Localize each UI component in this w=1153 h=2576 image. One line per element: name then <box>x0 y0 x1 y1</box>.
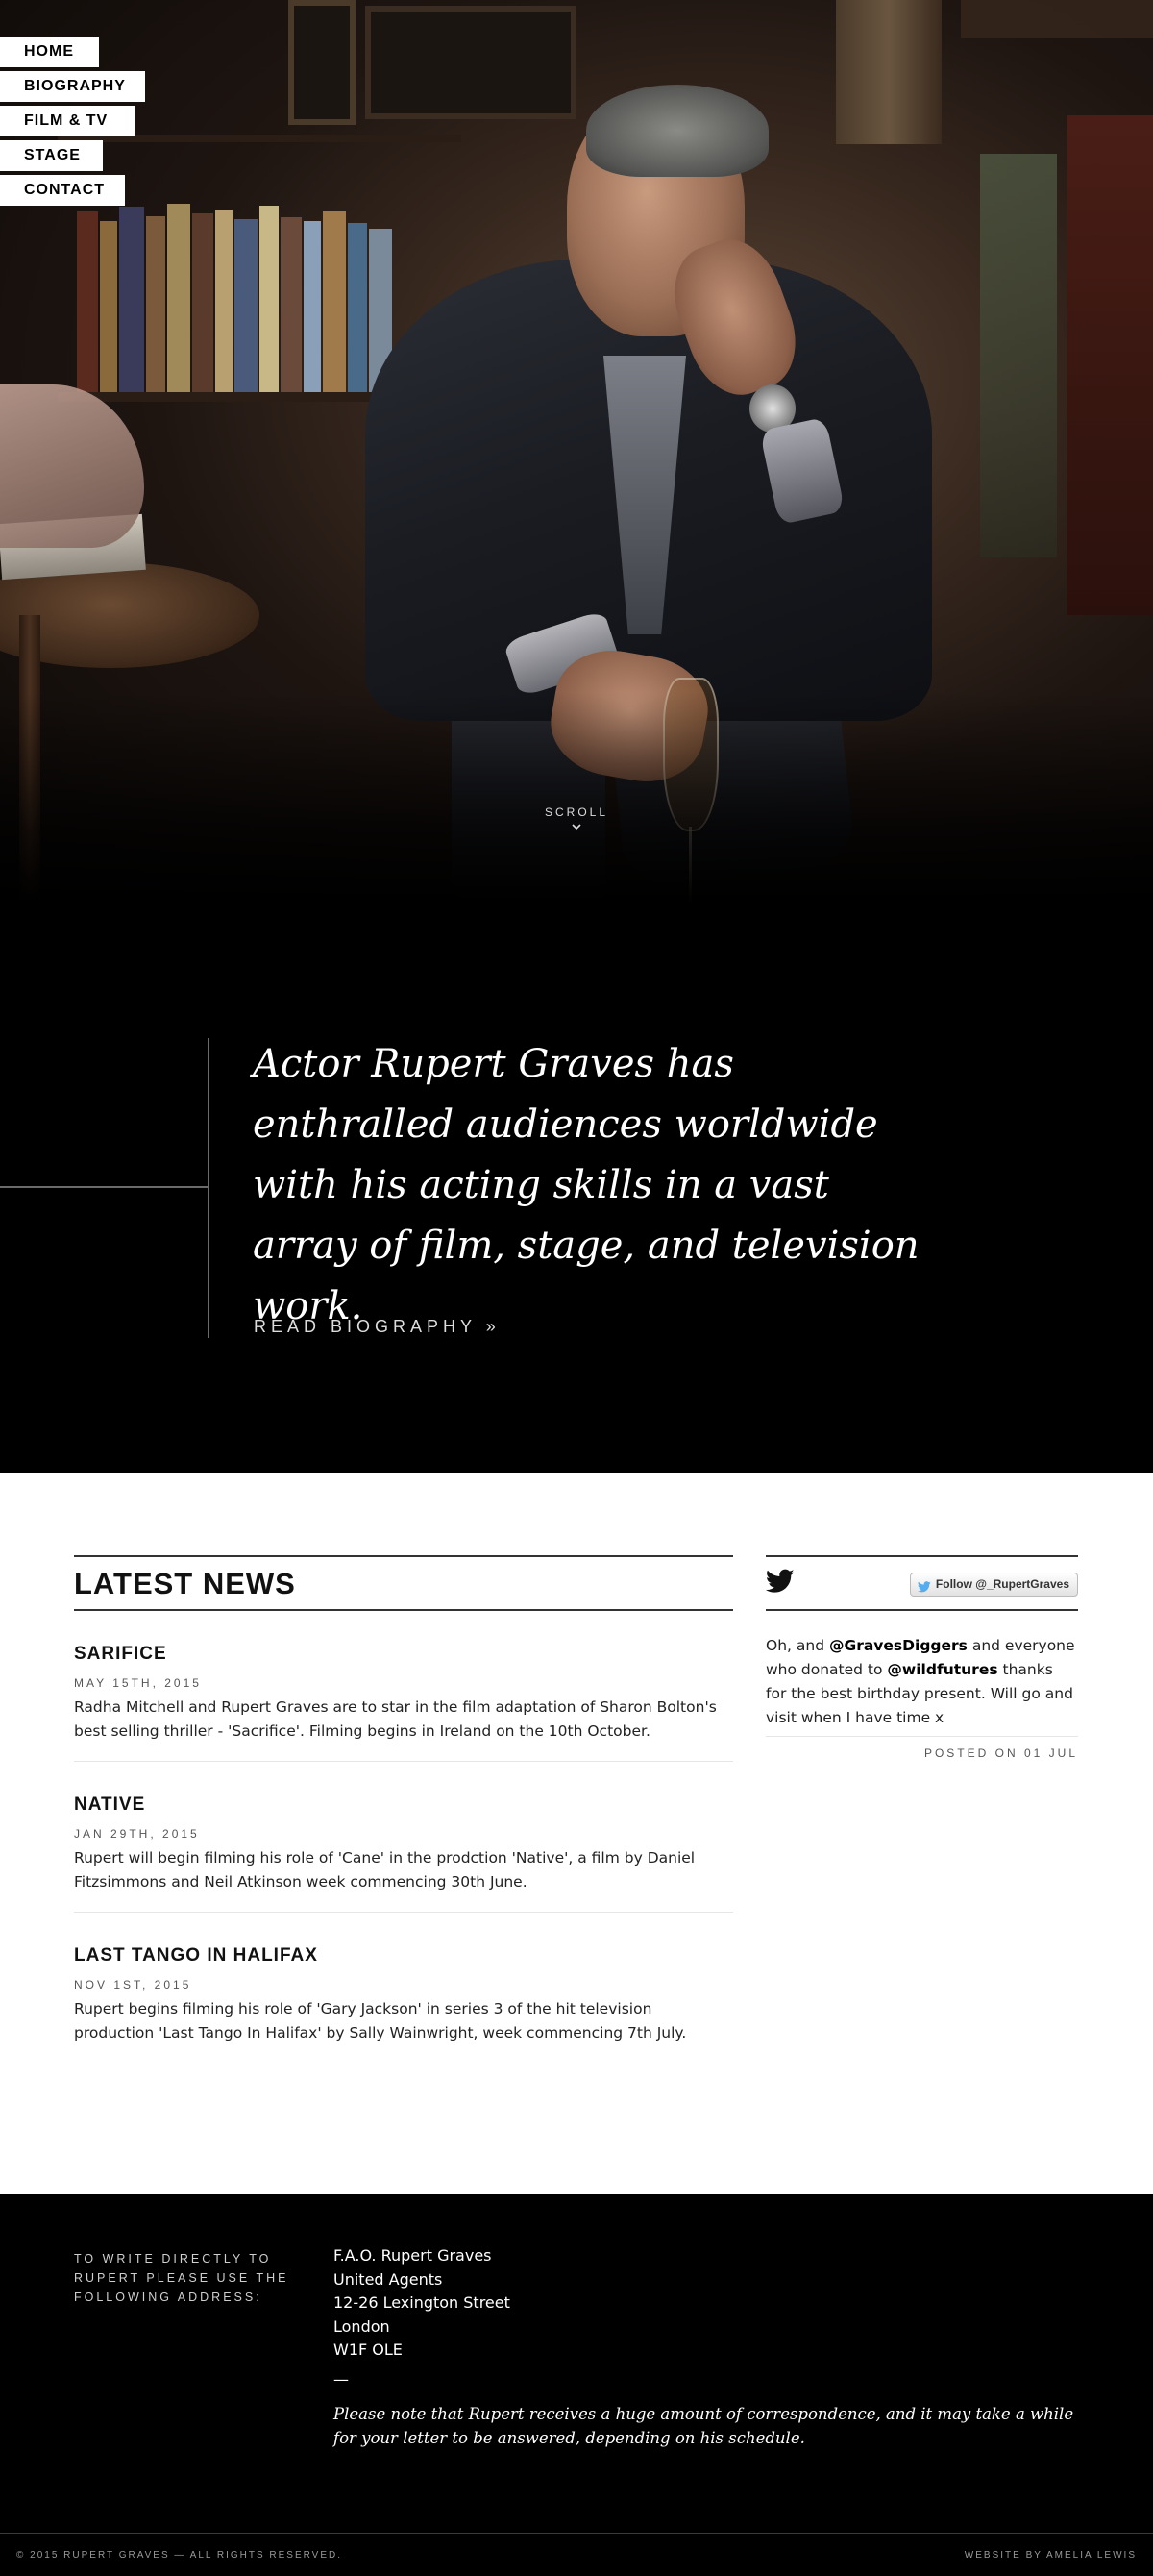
article-body: Rupert will begin filming his role of 'C… <box>74 1849 696 1891</box>
article-title[interactable]: SARIFICE <box>74 1644 733 1665</box>
hero-section: HOME BIOGRAPHY FILM & TV STAGE CONTACT S… <box>0 0 1153 904</box>
footer: TO WRITE DIRECTLY TO RUPERT PLEASE USE T… <box>0 2194 1153 2576</box>
divider <box>74 1912 733 1913</box>
nav-stage[interactable]: STAGE <box>0 140 103 171</box>
nav-biography[interactable]: BIOGRAPHY <box>0 71 145 102</box>
address-line: United Agents <box>333 2269 443 2289</box>
intro-quote: Actor Rupert Graves has enthralled audie… <box>253 1042 920 1328</box>
nav-home[interactable]: HOME <box>0 37 99 67</box>
address-line: F.A.O. Rupert Graves <box>333 2246 492 2265</box>
footer-address: F.A.O. Rupert Graves United Agents 12-26… <box>333 2244 510 2363</box>
address-line: W1F OLE <box>333 2341 403 2359</box>
scroll-indicator[interactable]: SCROLL <box>0 805 1153 834</box>
news-article: NATIVE JAN 29TH, 2015 Rupert will begin … <box>74 1795 733 1913</box>
article-body: Radha Mitchell and Rupert Graves are to … <box>74 1698 717 1740</box>
divider-horizontal <box>0 1186 209 1188</box>
twitter-bird-icon[interactable] <box>765 1569 795 1596</box>
twitter-widget: Follow @_RupertGraves Oh, and @GravesDig… <box>765 1555 1078 1760</box>
article-date: MAY 15TH, 2015 <box>74 1676 202 1690</box>
chevron-down-icon <box>0 821 1153 834</box>
article-date: NOV 1ST, 2015 <box>74 1978 192 1992</box>
tweet-text-part: Oh, and <box>766 1637 829 1654</box>
read-biography-link[interactable]: READ BIOGRAPHY » <box>254 1317 501 1337</box>
tweet-mention[interactable]: @wildfutures <box>887 1661 997 1678</box>
tweet-mention[interactable]: @GravesDiggers <box>829 1637 968 1654</box>
footer-address-label: TO WRITE DIRECTLY TO RUPERT PLEASE USE T… <box>74 2252 289 2304</box>
nav-contact[interactable]: CONTACT <box>0 175 125 206</box>
tweet-date[interactable]: POSTED ON 01 JUL <box>766 1746 1078 1760</box>
twitter-follow-button[interactable]: Follow @_RupertGraves <box>909 1573 1078 1597</box>
divider <box>74 1609 733 1611</box>
news-article: LAST TANGO IN HALIFAX NOV 1ST, 2015 Rupe… <box>74 1945 733 2063</box>
latest-news: LATEST NEWS SARIFICE MAY 15TH, 2015 Radh… <box>74 1555 733 2063</box>
divider <box>74 1761 733 1762</box>
twitter-header: Follow @_RupertGraves <box>765 1557 1078 1611</box>
twitter-bird-icon <box>917 1578 931 1593</box>
copyright: © 2015 RUPERT GRAVES — ALL RIGHTS RESERV… <box>16 2550 343 2561</box>
article-body: Rupert begins filming his role of 'Gary … <box>74 2000 687 2042</box>
footer-note: Please note that Rupert receives a huge … <box>333 2405 1074 2447</box>
news-heading: LATEST NEWS <box>74 1567 296 1600</box>
article-title[interactable]: LAST TANGO IN HALIFAX <box>74 1945 733 1967</box>
address-line: London <box>333 2316 390 2336</box>
tweet-text: Oh, and @GravesDiggers and everyone who … <box>766 1634 1078 1737</box>
news-article: SARIFICE MAY 15TH, 2015 Radha Mitchell a… <box>74 1644 733 1762</box>
scroll-label: SCROLL <box>544 805 609 819</box>
divider <box>0 2533 1153 2534</box>
intro-section: Actor Rupert Graves has enthralled audie… <box>0 904 1153 1473</box>
footer-dash: — <box>333 2370 349 2389</box>
article-date: JAN 29TH, 2015 <box>74 1827 200 1841</box>
follow-label: Follow @_RupertGraves <box>935 1577 1069 1591</box>
address-line: 12-26 Lexington Street <box>333 2293 510 2312</box>
divider-vertical <box>208 1038 209 1338</box>
article-title[interactable]: NATIVE <box>74 1795 733 1816</box>
main-nav: HOME BIOGRAPHY FILM & TV STAGE CONTACT <box>0 37 145 210</box>
nav-film-tv[interactable]: FILM & TV <box>0 106 135 136</box>
website-credit[interactable]: WEBSITE BY AMELIA LEWIS <box>965 2550 1137 2561</box>
hero-gradient <box>0 692 1153 904</box>
